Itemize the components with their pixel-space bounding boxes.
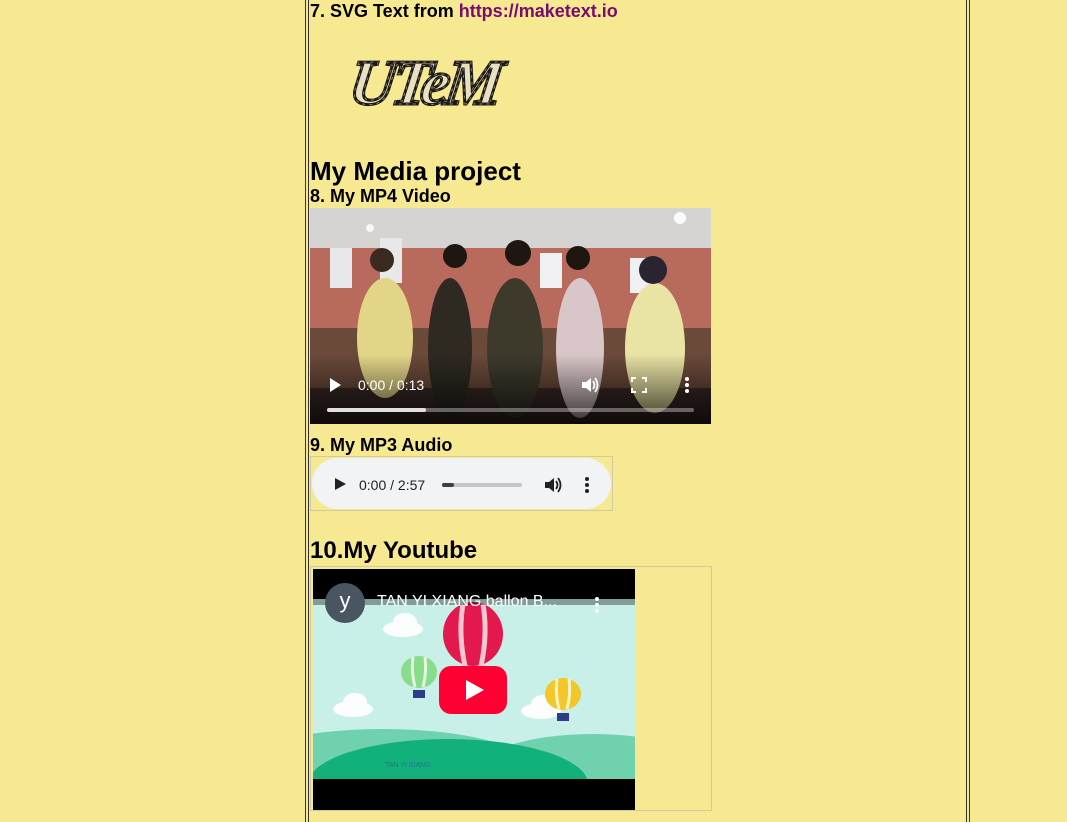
table-border-right-inner <box>966 0 967 822</box>
video-time: 0:00 / 0:13 <box>358 377 425 393</box>
table-border-right-outer <box>969 0 970 822</box>
audio-heading: 9. My MP3 Audio <box>310 435 453 455</box>
table-border-left-inner <box>308 0 309 822</box>
video-seek-bar[interactable] <box>327 408 694 412</box>
youtube-heading: 10.My Youtube <box>310 537 478 564</box>
play-icon[interactable] <box>333 477 347 491</box>
table-border-left-outer <box>305 0 306 822</box>
fullscreen-icon[interactable] <box>630 376 648 394</box>
youtube-play-icon[interactable] <box>439 666 507 714</box>
svg-section-heading: 7. SVG Text from https://maketext.io <box>310 0 618 22</box>
audio-time: 0:00 / 2:57 <box>359 477 426 493</box>
more-vert-icon[interactable] <box>580 475 594 495</box>
volume-icon[interactable] <box>543 475 563 495</box>
utem-logo: UTeM UTeM <box>344 46 511 114</box>
hot-air-balloon <box>443 602 503 667</box>
video-player[interactable]: 0:00 / 0:13 <box>310 208 711 424</box>
youtube-video-title[interactable]: TAN YI XIANG ballon B... <box>377 593 557 611</box>
audio-frame: 0:00 / 2:57 <box>310 456 613 511</box>
svg-heading-prefix: 7. SVG Text from <box>310 1 459 21</box>
more-vert-icon[interactable] <box>678 375 696 395</box>
svg-text:UTeM: UTeM <box>345 47 509 114</box>
play-icon[interactable] <box>326 376 344 394</box>
youtube-iframe: TAN YI XIANG y TAN YI XIANG ballon B... <box>310 566 712 811</box>
audio-player[interactable]: 0:00 / 2:57 <box>312 458 611 509</box>
svg-text:TAN YI XIANG: TAN YI XIANG <box>385 762 431 769</box>
more-vert-icon[interactable] <box>593 595 601 615</box>
volume-icon[interactable] <box>580 375 600 395</box>
video-buffered-bar <box>327 408 427 412</box>
channel-avatar[interactable]: y <box>325 583 365 623</box>
video-controls: 0:00 / 0:13 <box>310 354 711 424</box>
video-heading: 8. My MP4 Video <box>310 186 451 206</box>
youtube-player[interactable]: TAN YI XIANG y TAN YI XIANG ballon B... <box>313 569 635 810</box>
audio-seek-bar[interactable] <box>442 483 522 487</box>
maketext-link[interactable]: https://maketext.io <box>459 1 618 21</box>
media-project-title: My Media project <box>310 156 521 186</box>
audio-progress <box>442 483 454 487</box>
